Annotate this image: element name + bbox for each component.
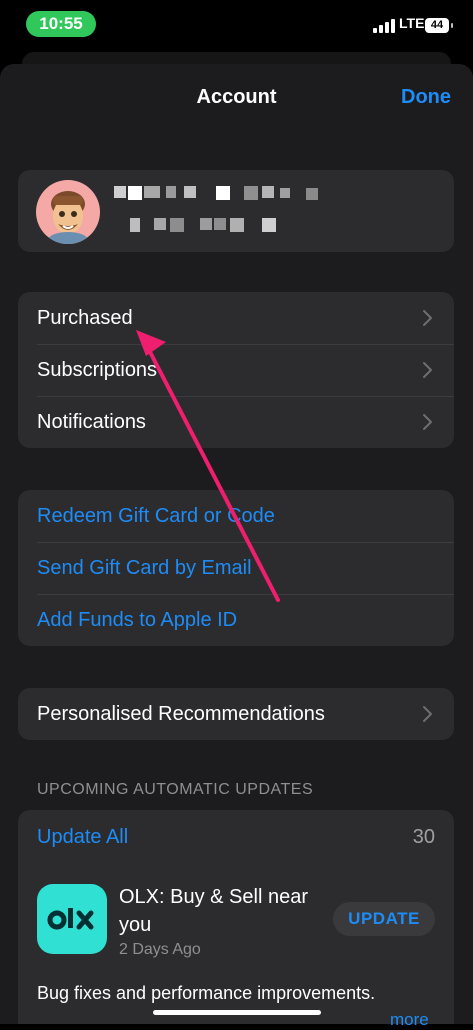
status-bar: 10:55 LTE 44 bbox=[0, 0, 473, 48]
recommendations-group: Personalised Recommendations bbox=[18, 688, 454, 740]
status-time: 10:55 bbox=[26, 11, 96, 37]
olx-app-icon[interactable] bbox=[37, 884, 107, 954]
update-all-button[interactable]: Update All bbox=[37, 826, 128, 849]
section-header: UPCOMING AUTOMATIC UPDATES bbox=[37, 781, 314, 798]
notifications-label: Notifications bbox=[37, 410, 146, 433]
send-gift-card-link[interactable]: Send Gift Card by Email bbox=[18, 542, 454, 594]
account-menu: Purchased Subscriptions Notifications bbox=[18, 292, 454, 448]
avatar bbox=[36, 180, 100, 244]
done-button[interactable]: Done bbox=[401, 86, 451, 109]
personalised-recommendations-label: Personalised Recommendations bbox=[37, 702, 325, 725]
gift-card-links: Redeem Gift Card or Code Send Gift Card … bbox=[18, 490, 454, 646]
battery-icon: 44 bbox=[425, 18, 453, 33]
cellular-signal-icon bbox=[373, 19, 397, 33]
subscriptions-row[interactable]: Subscriptions bbox=[18, 344, 454, 396]
memoji-avatar-icon bbox=[48, 191, 88, 244]
olx-logo-icon bbox=[47, 908, 94, 930]
home-indicator[interactable] bbox=[153, 1010, 321, 1015]
update-app-button[interactable]: UPDATE bbox=[333, 902, 435, 936]
network-type: LTE bbox=[399, 15, 425, 31]
profile-card[interactable] bbox=[18, 170, 454, 252]
chevron-right-icon bbox=[423, 706, 432, 722]
more-link[interactable]: more bbox=[390, 1010, 429, 1030]
notifications-row[interactable]: Notifications bbox=[18, 396, 454, 448]
update-description: Bug fixes and performance improvements. bbox=[37, 983, 376, 1003]
purchased-label: Purchased bbox=[37, 306, 133, 329]
personalised-recommendations-row[interactable]: Personalised Recommendations bbox=[18, 688, 454, 740]
subscriptions-label: Subscriptions bbox=[37, 358, 158, 381]
redeem-gift-card-link[interactable]: Redeem Gift Card or Code bbox=[18, 490, 454, 542]
chevron-right-icon bbox=[423, 414, 432, 430]
chevron-right-icon bbox=[423, 310, 432, 326]
purchased-row[interactable]: Purchased bbox=[18, 292, 454, 344]
add-funds-link[interactable]: Add Funds to Apple ID bbox=[18, 594, 454, 646]
update-count: 30 bbox=[412, 826, 435, 848]
app-update-date: 2 Days Ago bbox=[119, 941, 201, 958]
chevron-right-icon bbox=[423, 362, 432, 378]
app-name: OLX: Buy & Sell near you bbox=[119, 886, 308, 936]
